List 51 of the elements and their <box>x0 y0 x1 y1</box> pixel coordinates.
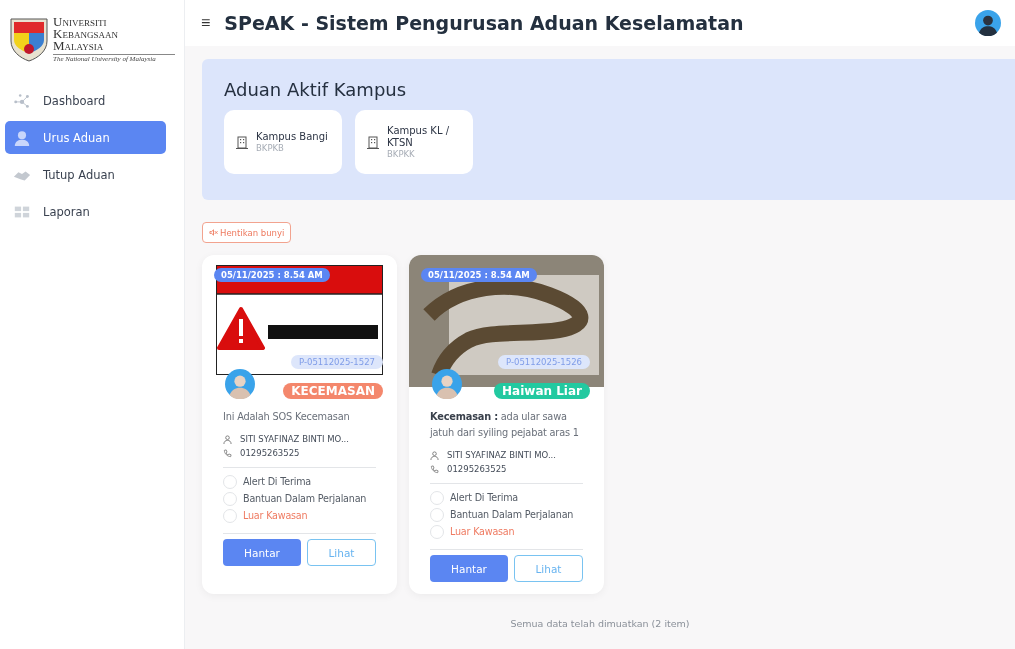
reporter-name: SITI SYAFINAZ BINTI MO... <box>240 434 350 444</box>
sidebar-item[interactable]: Laporan <box>5 195 166 228</box>
status-checkbox[interactable] <box>223 491 237 506</box>
logo-wordmark: Kebangsaan <box>53 27 119 40</box>
reference-badge: P-05112025-1527 <box>291 355 383 369</box>
phone-number: 01295263525 <box>447 464 507 474</box>
sidebar-item[interactable]: Tutup Aduan <box>5 158 166 191</box>
campus-code: BKPKK <box>387 149 416 159</box>
status-checkbox[interactable] <box>223 474 237 489</box>
status-option[interactable]: Bantuan Dalam Perjalanan <box>430 506 592 523</box>
banner-title: Aduan Aktif Kampus <box>224 79 408 100</box>
complaint-description: Ini Adalah SOS Kecemasan <box>223 410 351 424</box>
logo-wordmark: Universiti <box>53 15 108 28</box>
sidebar-item[interactable]: Dashboard <box>5 84 166 117</box>
timestamp-badge: 05/11/2025 : 8.54 AM <box>214 268 330 282</box>
phone-icon <box>223 448 232 458</box>
complaint-description: Kecemasan : ada ular sawa jatuh dari syiling pejabat aras 1 <box>430 410 580 440</box>
load-status-text: Semua data telah dimuatkan (2 item) <box>509 618 691 629</box>
person-icon <box>223 434 232 444</box>
network-icon <box>13 91 31 110</box>
user-avatar <box>975 10 1001 36</box>
reporter-name: SITI SYAFINAZ BINTI MO... <box>447 450 557 460</box>
category-badge: KECEMASAN <box>283 383 383 399</box>
campus-name: Kampus KL / KTSN <box>387 125 450 149</box>
status-checkbox[interactable] <box>430 507 444 522</box>
status-checkbox[interactable] <box>430 490 444 505</box>
status-checkbox[interactable] <box>223 508 237 523</box>
building-icon <box>367 135 379 149</box>
building-icon <box>236 135 248 149</box>
phone-icon <box>430 464 439 474</box>
status-option[interactable]: Alert Di Terima <box>223 473 385 490</box>
crest-logo <box>9 16 49 62</box>
status-option[interactable]: Bantuan Dalam Perjalanan <box>223 490 385 507</box>
reporter-avatar <box>432 369 462 399</box>
campus-name: Kampus Bangi <box>256 131 328 143</box>
status-checkbox[interactable] <box>430 524 444 539</box>
campus-code: BKPKB <box>256 143 285 153</box>
status-option[interactable]: Alert Di Terima <box>430 489 592 506</box>
reporter-avatar <box>225 369 255 399</box>
menu-button[interactable]: ≡ <box>197 14 215 32</box>
campus-card[interactable]: Kampus KL / KTSN BKPKK <box>355 110 473 174</box>
mute-icon <box>209 228 218 237</box>
phone-number: 01295263525 <box>240 448 300 458</box>
category-badge: Haiwan Liar <box>494 383 590 399</box>
timestamp-badge: 05/11/2025 : 8.54 AM <box>421 268 537 282</box>
reference-badge: P-05112025-1526 <box>498 355 590 369</box>
person-icon <box>430 450 439 460</box>
person-icon <box>13 128 31 147</box>
campus-card[interactable]: Kampus Bangi BKPKB <box>224 110 342 174</box>
logo-wordmark: Malaysia <box>53 39 104 52</box>
page-title: SPeAK - Sistem Pengurusan Aduan Keselamatan <box>224 12 745 34</box>
